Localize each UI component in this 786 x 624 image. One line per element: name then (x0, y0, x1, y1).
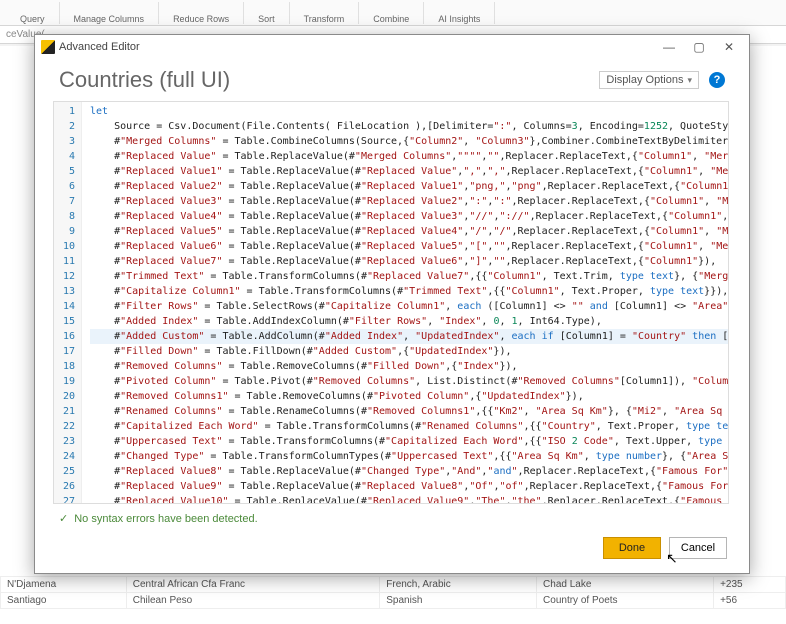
help-icon[interactable]: ? (709, 72, 725, 88)
maximize-button[interactable]: ▢ (685, 37, 713, 57)
check-icon: ✓ (59, 512, 68, 525)
ribbon-group-ai: AI Insights (438, 14, 480, 24)
table-row: SantiagoChilean PesoSpanishCountry of Po… (1, 593, 786, 609)
code-editor[interactable]: 1234567891011121314151617181920212223242… (53, 101, 729, 504)
ribbon: Query Manage Columns Reduce Rows Sort Tr… (0, 0, 786, 26)
table-row: N'DjamenaCentral African Cfa FrancFrench… (1, 577, 786, 593)
title-bar: Advanced Editor — ▢ ✕ (35, 35, 749, 59)
close-button[interactable]: ✕ (715, 37, 743, 57)
ribbon-group-transform: Transform (304, 14, 345, 24)
done-button[interactable]: Done (603, 537, 661, 559)
status-text: No syntax errors have been detected. (74, 513, 257, 525)
minimize-button[interactable]: — (655, 37, 683, 57)
dialog-title: Advanced Editor (59, 41, 140, 53)
ribbon-group-sort: Sort (258, 14, 275, 24)
advanced-editor-dialog: Advanced Editor — ▢ ✕ Countries (full UI… (34, 34, 750, 574)
query-name: Countries (full UI) (59, 67, 230, 93)
ribbon-group-manage-columns: Manage Columns (74, 14, 145, 24)
ribbon-group-reduce-rows: Reduce Rows (173, 14, 229, 24)
app-icon (41, 40, 55, 54)
syntax-status: ✓ No syntax errors have been detected. (35, 508, 749, 529)
display-options-dropdown[interactable]: Display Options (599, 71, 699, 89)
ribbon-group-query: Query (20, 14, 45, 24)
ribbon-group-combine: Combine (373, 14, 409, 24)
cancel-button[interactable]: Cancel (669, 537, 727, 559)
